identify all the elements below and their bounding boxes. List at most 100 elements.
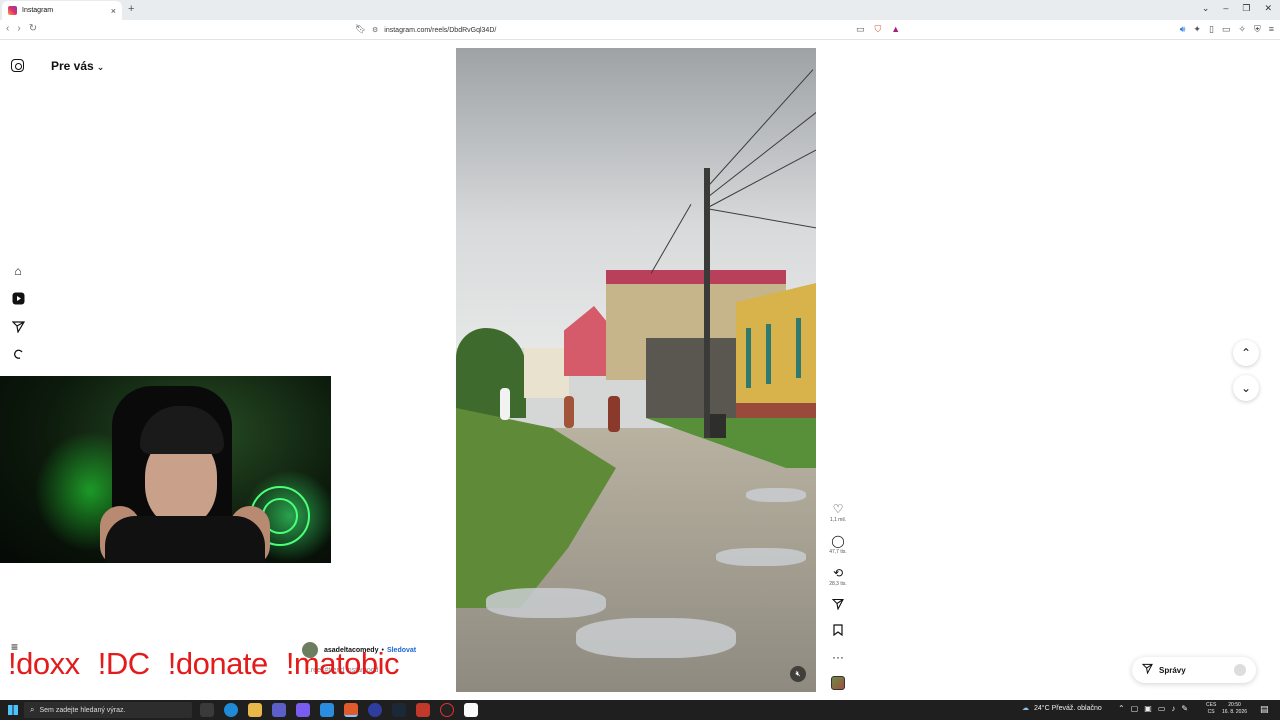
like-count: 1,1 mil.	[829, 517, 847, 523]
comment-icon[interactable]: ◯	[828, 534, 848, 548]
previous-reel-button[interactable]: ⌃	[1233, 340, 1259, 366]
more-icon[interactable]: ···	[828, 650, 848, 664]
streamer-body	[105, 516, 265, 563]
sidebar-icon[interactable]: ▯	[1209, 24, 1214, 35]
repost-action[interactable]: ⟲ 28,3 tis.	[828, 566, 848, 587]
restore-button[interactable]: ❐	[1242, 3, 1250, 14]
window	[746, 328, 751, 388]
puddle	[716, 548, 806, 566]
brave-shield-icon[interactable]: ⛉	[875, 24, 882, 35]
building-roof	[606, 270, 786, 284]
mute-icon[interactable]: 🔇︎	[790, 666, 806, 682]
reel-video[interactable]: 🔇︎	[456, 48, 816, 692]
more-action[interactable]: ···	[828, 650, 848, 664]
language-indicator[interactable]: CES CS	[1206, 702, 1216, 716]
nav-buttons: ‹ › ↻	[6, 23, 37, 34]
menu-icon[interactable]: ≡	[1269, 24, 1274, 35]
task-view-icon[interactable]	[200, 703, 214, 717]
send-icon[interactable]	[11, 320, 25, 334]
chevron-up-icon: ⌃	[1240, 346, 1252, 360]
taskbar-search-input[interactable]: ⌕ Sem zadejte hledaný výraz.	[24, 702, 192, 718]
puddle	[576, 618, 736, 658]
extensions-icon[interactable]: ✦	[1193, 24, 1201, 35]
reels-icon[interactable]	[11, 292, 25, 306]
comment-action[interactable]: ◯ 47,7 tis.	[828, 534, 848, 555]
address-bar-actions: ▭ ⛉ ▲	[856, 24, 900, 35]
window	[796, 318, 801, 378]
pole-base	[710, 414, 726, 438]
send-icon	[1141, 663, 1153, 677]
windows-start-icon[interactable]	[8, 705, 18, 715]
tab-search-icon[interactable]: ⌄	[1202, 3, 1210, 14]
weather-widget[interactable]: ☁ 24°C Převáž. oblačno	[1022, 704, 1102, 713]
share-action[interactable]	[828, 598, 848, 613]
save-action[interactable]	[828, 624, 848, 639]
stream-commands: !doxx !DC !donate !matobic	[8, 646, 409, 682]
brave-icon[interactable]	[344, 703, 358, 717]
brave-rewards-icon[interactable]: ▲	[891, 24, 900, 35]
audio-thumbnail[interactable]	[831, 676, 845, 690]
minimize-button[interactable]: –	[1223, 3, 1228, 14]
share-icon[interactable]	[828, 598, 848, 613]
bookmark-icon[interactable]	[828, 624, 848, 639]
audio-icon[interactable]: 🔊︎	[1180, 24, 1186, 35]
instagram-logo-icon[interactable]	[11, 59, 24, 72]
instagram-favicon-icon	[8, 6, 17, 15]
chevron-down-icon: ⌄	[96, 62, 105, 72]
repost-icon[interactable]: ⟲	[828, 566, 848, 580]
system-tray: ⌃ ▢ ▣ ▭ ♪ ✎	[1118, 704, 1188, 713]
tray-app-icon[interactable]: ▣	[1144, 704, 1152, 713]
new-tab-button[interactable]: +	[128, 3, 134, 15]
app-icon[interactable]	[296, 703, 310, 717]
steam-icon[interactable]	[392, 703, 406, 717]
file-explorer-icon[interactable]	[248, 703, 262, 717]
wallet-icon[interactable]: ▭	[1222, 24, 1231, 35]
trees	[456, 328, 526, 418]
back-icon[interactable]: ‹	[6, 23, 9, 34]
like-action[interactable]: ♡ 1,1 mil.	[828, 502, 848, 523]
url-field[interactable]: ⚙︎ instagram.com/reels/DbdRvGql34D/	[372, 23, 912, 37]
store-icon[interactable]	[272, 703, 286, 717]
pen-icon[interactable]: ✎	[1181, 704, 1188, 713]
app-icon[interactable]	[464, 703, 478, 717]
vpn-icon[interactable]: ⛨	[1254, 24, 1261, 35]
taskbar-apps	[200, 703, 478, 717]
puddle	[486, 588, 606, 618]
person	[500, 388, 510, 420]
heart-icon[interactable]: ♡	[828, 502, 848, 516]
bookmark-icon[interactable]: 🔖︎	[355, 24, 366, 35]
feed-selector[interactable]: Pre vás ⌄	[51, 59, 104, 73]
network-icon[interactable]: ▭	[1158, 704, 1166, 713]
volume-icon[interactable]: ♪	[1171, 704, 1175, 713]
site-info-icon[interactable]: ⚙︎	[372, 26, 378, 34]
command-donate: !donate	[167, 646, 268, 681]
app-icon[interactable]	[368, 703, 382, 717]
edge-icon[interactable]	[224, 703, 238, 717]
reload-icon[interactable]: ↻	[29, 23, 37, 34]
messages-button[interactable]: Správy	[1132, 657, 1256, 683]
mail-icon[interactable]	[320, 703, 334, 717]
cast-icon[interactable]: ▭	[856, 24, 865, 35]
next-reel-button[interactable]: ⌄	[1233, 375, 1259, 401]
windows-taskbar: ⌕ Sem zadejte hledaný výraz. ☁ 24°C Přev…	[0, 700, 1280, 720]
chevron-up-icon[interactable]: ⌃	[1118, 704, 1125, 713]
app-icon[interactable]	[416, 703, 430, 717]
person	[564, 396, 574, 428]
forward-icon[interactable]: ›	[17, 23, 20, 34]
obs-icon[interactable]	[440, 703, 454, 717]
chevron-down-icon: ⌄	[1240, 381, 1252, 395]
cloud-icon: ☁	[1022, 705, 1029, 712]
tab-close-icon[interactable]: ×	[111, 6, 116, 16]
notification-icon[interactable]: ▤	[1260, 704, 1269, 715]
clock[interactable]: 20:50 16. 8. 2026	[1222, 702, 1247, 716]
browser-tab[interactable]: Instagram ×	[2, 1, 122, 20]
leo-icon[interactable]: ✧	[1238, 24, 1246, 35]
browser-tab-bar: Instagram × + ⌄ – ❐ ✕	[0, 0, 1280, 20]
close-window-button[interactable]: ✕	[1264, 3, 1272, 14]
tray-app-icon[interactable]: ▢	[1131, 704, 1139, 713]
search-icon[interactable]	[11, 348, 25, 362]
window-controls: ⌄ – ❐ ✕	[1202, 3, 1272, 14]
house	[524, 348, 569, 398]
webcam-overlay	[0, 376, 331, 563]
home-icon[interactable]: ⌂	[11, 264, 25, 278]
